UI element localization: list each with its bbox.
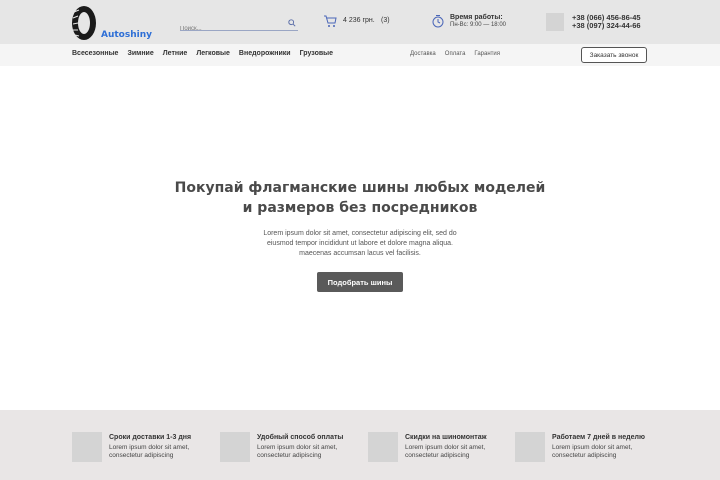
hours-title: Время работы: xyxy=(450,14,503,21)
hours-value: Пн-Вс: 9:00 — 18:00 xyxy=(450,22,506,28)
cart-icon[interactable] xyxy=(323,14,337,28)
nav-link-warranty[interactable]: Гарантия xyxy=(474,51,500,57)
nav-item-summer[interactable]: Летние xyxy=(163,50,188,57)
nav-item-winter[interactable]: Зимние xyxy=(127,50,153,57)
hero-desc-line-3: maecenas accumsan lacus vel facilisis. xyxy=(299,250,421,257)
feature-discount: Скидки на шиномонтаж Lorem ipsum dolor s… xyxy=(368,432,518,462)
feature-desc: Lorem ipsum dolor sit amet, consectetur … xyxy=(552,444,633,459)
feature-delivery: Сроки доставки 1-3 дня Lorem ipsum dolor… xyxy=(72,432,222,462)
feature-title: Удобный способ оплаты xyxy=(257,434,344,441)
features-strip: Сроки доставки 1-3 дня Lorem ipsum dolor… xyxy=(0,410,720,480)
main-nav: Всесезонные Зимние Летние Легковые Внедо… xyxy=(72,50,333,57)
hero-title-line-2: и размеров без посредников xyxy=(242,200,478,216)
feature-payment: Удобный способ оплаты Lorem ipsum dolor … xyxy=(220,432,370,462)
hero-desc-line-2: eiusmod tempor incididunt ut labore et d… xyxy=(266,240,453,247)
cart-total[interactable]: 4 236 грн. xyxy=(343,17,375,24)
logo-text[interactable]: Autoshiny xyxy=(101,30,152,40)
phone-image-placeholder xyxy=(546,13,564,31)
cart-count[interactable]: (3) xyxy=(381,17,390,24)
feature-image-placeholder xyxy=(72,432,102,462)
hero-title-line-1: Покупай флагманские шины любых моделей xyxy=(174,180,546,196)
nav-item-offroad[interactable]: Внедорожники xyxy=(239,50,291,57)
nav-link-delivery[interactable]: Доставка xyxy=(410,51,436,57)
secondary-nav: Доставка Оплата Гарантия xyxy=(410,51,500,57)
search-input[interactable] xyxy=(180,26,280,32)
hero-title: Покупай флагманские шины любых моделей и… xyxy=(120,178,600,218)
nav-item-all-season[interactable]: Всесезонные xyxy=(72,50,118,57)
feature-desc: Lorem ipsum dolor sit amet, consectetur … xyxy=(109,444,190,459)
callback-button[interactable]: Заказать звонок xyxy=(581,47,647,63)
search-bar xyxy=(180,17,298,32)
feature-schedule: Работаем 7 дней в неделю Lorem ipsum dol… xyxy=(515,432,665,462)
hero-description: Lorem ipsum dolor sit amet, consectetur … xyxy=(240,229,480,259)
feature-image-placeholder xyxy=(368,432,398,462)
clock-icon xyxy=(432,15,444,28)
nav-link-payment[interactable]: Оплата xyxy=(445,51,466,57)
feature-image-placeholder xyxy=(515,432,545,462)
feature-title: Сроки доставки 1-3 дня xyxy=(109,434,192,441)
phone-number-2[interactable]: +38 (097) 324-44-66 xyxy=(572,21,641,30)
feature-image-placeholder xyxy=(220,432,250,462)
category-nav: Всесезонные Зимние Летние Легковые Внедо… xyxy=(0,44,720,66)
feature-desc: Lorem ipsum dolor sit amet, consectetur … xyxy=(257,444,338,459)
hero-desc-line-1: Lorem ipsum dolor sit amet, consectetur … xyxy=(263,230,457,237)
feature-desc: Lorem ipsum dolor sit amet, consectetur … xyxy=(405,444,486,459)
nav-item-truck[interactable]: Грузовые xyxy=(300,50,333,57)
pick-tires-button[interactable]: Подобрать шины xyxy=(317,272,403,292)
feature-title: Скидки на шиномонтаж xyxy=(405,434,487,441)
nav-item-passenger[interactable]: Легковые xyxy=(196,50,230,57)
top-header: Autoshiny 4 236 грн. (3) Время работы: П… xyxy=(0,0,720,44)
feature-title: Работаем 7 дней в неделю xyxy=(552,434,645,441)
search-icon[interactable] xyxy=(288,19,296,27)
